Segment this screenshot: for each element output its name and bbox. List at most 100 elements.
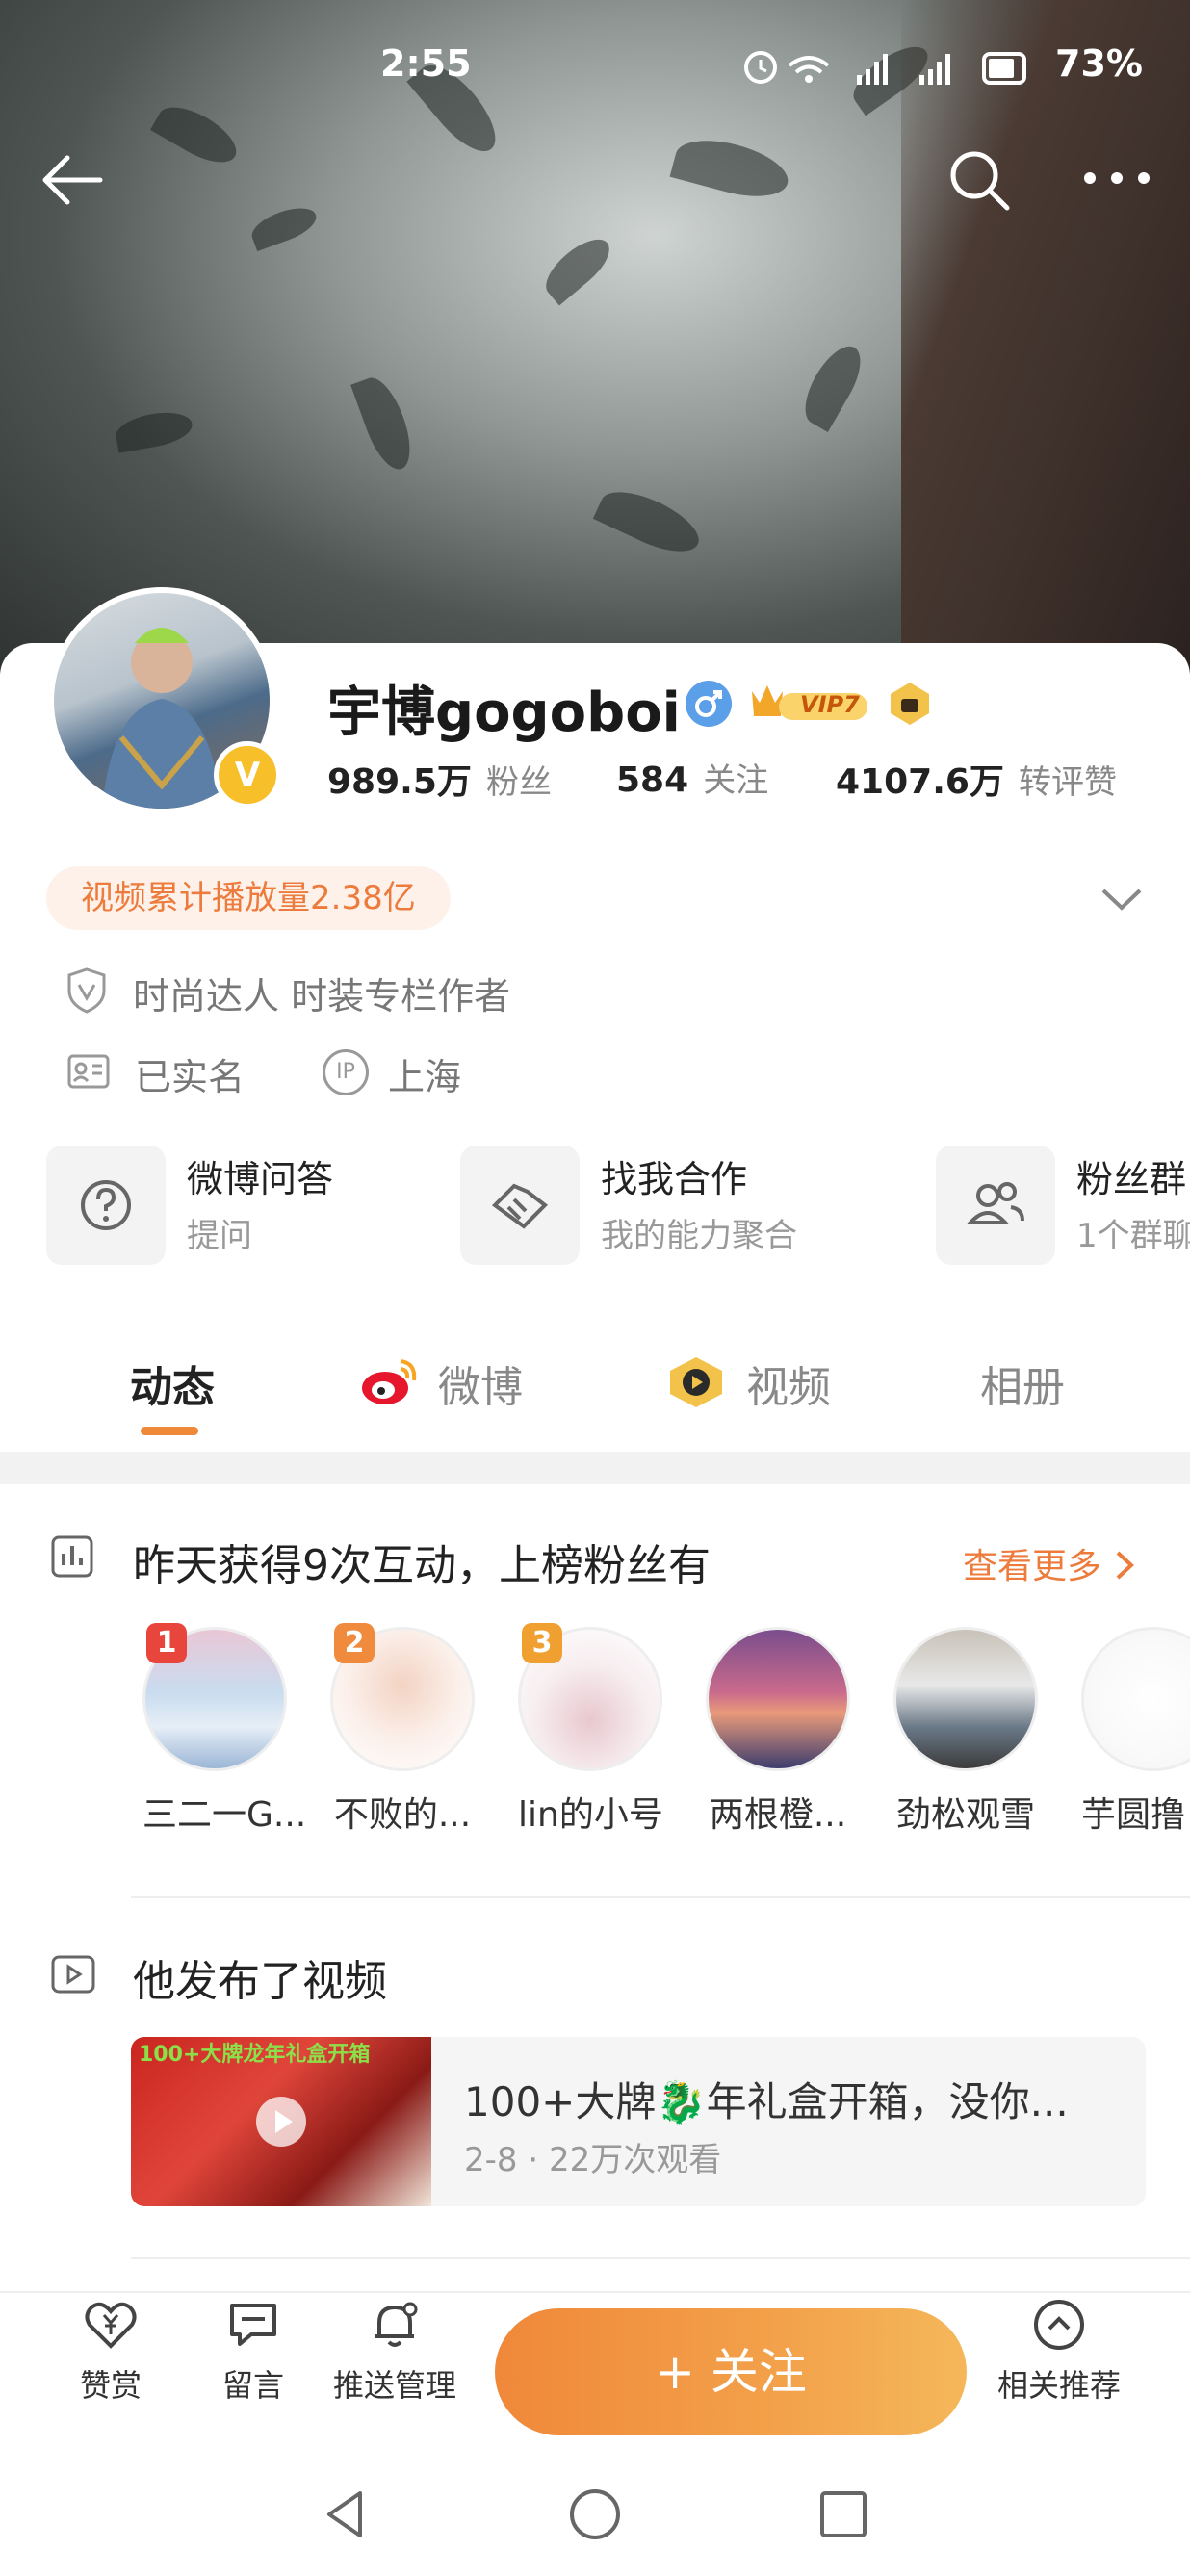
- expand-button[interactable]: [1098, 881, 1146, 915]
- nav-home-button[interactable]: [566, 2486, 624, 2543]
- weibo-logo-icon: [358, 1355, 420, 1409]
- ip-location-icon: IP: [323, 1049, 369, 1095]
- cover-image: [0, 0, 1190, 674]
- search-icon: [950, 151, 1010, 211]
- bell-settings-icon: [375, 2302, 418, 2347]
- fan-name: lin的小号: [518, 1795, 663, 1835]
- service-subtitle: 提问: [187, 1217, 252, 1255]
- video-thumbnail: 100+大牌龙年礼盒开箱: [131, 2037, 431, 2206]
- heart-yuan-icon: [85, 2302, 137, 2349]
- service-cooperation[interactable]: 找我合作 我的能力聚合: [460, 1146, 903, 1265]
- see-more-link[interactable]: 查看更多: [963, 1538, 1137, 1588]
- service-title: 粉丝群: [1076, 1158, 1187, 1200]
- video-plays-pill[interactable]: 视频累计播放量2.38亿: [46, 866, 451, 930]
- stat-label: 转评赞: [1019, 763, 1118, 802]
- section-divider: [0, 1452, 1190, 1484]
- fan-name: 不败的...: [333, 1795, 472, 1835]
- status-time: 2:55: [380, 42, 472, 85]
- battery-percent: 73%: [1055, 42, 1143, 85]
- thumbnail-caption: 100+大牌龙年礼盒开箱: [139, 2043, 371, 2067]
- chevron-down-icon: [1101, 889, 1142, 911]
- fan-item[interactable]: 劲松观雪: [893, 1627, 1038, 1837]
- video-post-icon: [50, 1954, 96, 1995]
- service-fan-group[interactable]: 粉丝群 1个群聊: [936, 1146, 1190, 1265]
- fan-item[interactable]: 芋圆撸: [1081, 1627, 1190, 1837]
- gender-male-icon: [686, 681, 732, 727]
- reward-button[interactable]: 赞赏: [58, 2296, 164, 2406]
- service-icon-box: [460, 1146, 580, 1265]
- service-qa[interactable]: 微博问答 提问: [46, 1146, 451, 1265]
- play-icon: [256, 2097, 306, 2147]
- back-button[interactable]: [37, 144, 108, 216]
- active-tab-indicator: [141, 1427, 198, 1435]
- stat-label: 关注: [703, 761, 769, 800]
- ip-location: 上海: [388, 1056, 462, 1098]
- fan-name: 芋圆撸: [1081, 1795, 1186, 1835]
- level-badge[interactable]: [886, 680, 934, 728]
- more-button[interactable]: [1078, 154, 1155, 202]
- service-icon-box: [46, 1146, 166, 1265]
- group-icon: [966, 1182, 1024, 1224]
- stat-number: 989.5万: [327, 762, 472, 802]
- more-dots-icon: [1084, 172, 1150, 184]
- verified-badge-icon: V: [214, 741, 281, 809]
- stat-number: 4107.6万: [836, 762, 1004, 802]
- message-button[interactable]: 留言: [200, 2296, 306, 2406]
- search-button[interactable]: [944, 144, 1015, 216]
- chevron-up-circle-icon: [1034, 2300, 1084, 2350]
- badge-icon: [891, 683, 929, 725]
- rank-badge: 3: [522, 1623, 562, 1663]
- question-icon: [81, 1180, 131, 1230]
- follow-button[interactable]: + 关注: [495, 2308, 967, 2435]
- fan-item[interactable]: 2 不败的...: [330, 1623, 475, 1837]
- fan-item[interactable]: 3 lin的小号: [518, 1623, 663, 1837]
- see-more-label: 查看更多: [963, 1547, 1102, 1586]
- chevron-right-icon: [1117, 1551, 1135, 1580]
- fan-name: 三二一G...: [142, 1795, 307, 1835]
- stat-number: 584: [616, 760, 689, 800]
- stat-fans[interactable]: 989.5万 粉丝: [327, 754, 552, 804]
- fan-item[interactable]: 1 三二一G...: [142, 1623, 307, 1837]
- push-settings-label: 推送管理: [332, 2367, 456, 2404]
- message-label: 留言: [221, 2367, 284, 2404]
- nav-recent-button[interactable]: [815, 2486, 872, 2543]
- stat-following[interactable]: 584 关注: [616, 754, 768, 801]
- related-recommend-label: 相关推荐: [996, 2367, 1121, 2404]
- nav-back-button[interactable]: [318, 2486, 375, 2543]
- shield-icon: [65, 966, 108, 1016]
- vip-label: VIP7: [800, 691, 860, 718]
- tab-video[interactable]: 视频: [746, 1352, 831, 1414]
- stat-label: 粉丝: [485, 763, 552, 802]
- vip-badge[interactable]: VIP7: [746, 678, 871, 730]
- tab-feed[interactable]: 动态: [130, 1352, 215, 1414]
- video-card[interactable]: 100+大牌龙年礼盒开箱 100+大牌🐉年礼盒开箱，没你... 2-8 · 22…: [131, 2037, 1146, 2206]
- profile-name: 宇博gogoboi: [327, 682, 681, 744]
- fan-avatar: [1081, 1627, 1190, 1771]
- verified-status: 已实名: [135, 1056, 246, 1098]
- rank-badge: 1: [146, 1623, 187, 1663]
- tab-weibo[interactable]: 微博: [438, 1352, 523, 1414]
- tab-album[interactable]: 相册: [980, 1352, 1065, 1414]
- fan-item[interactable]: 两根橙...: [706, 1627, 850, 1837]
- fan-name: 两根橙...: [709, 1795, 847, 1835]
- message-icon: [230, 2304, 276, 2346]
- stat-likes[interactable]: 4107.6万 转评赞: [836, 754, 1117, 804]
- status-icons: [741, 42, 1030, 90]
- service-icon-box: [936, 1146, 1055, 1265]
- id-card-icon: [67, 1052, 110, 1091]
- bottom-bar-border: [0, 2291, 1190, 2293]
- triangle-back-icon: [327, 2491, 362, 2537]
- service-subtitle: 1个群聊: [1076, 1217, 1190, 1255]
- push-settings-button[interactable]: 推送管理: [327, 2296, 462, 2406]
- video-logo-icon: [664, 1353, 728, 1411]
- video-meta: 2-8 · 22万次观看: [464, 2141, 722, 2179]
- video-title: 100+大牌🐉年礼盒开箱，没你...: [464, 2078, 1069, 2125]
- profile-card: [0, 643, 1190, 2576]
- arrow-left-icon: [42, 155, 103, 205]
- reward-label: 赞赏: [79, 2367, 142, 2404]
- circle-home-icon: [570, 2489, 620, 2539]
- related-recommend-button[interactable]: 相关推荐: [992, 2296, 1126, 2406]
- service-subtitle: 我的能力聚合: [601, 1217, 797, 1255]
- interaction-title: 昨天获得9次互动，上榜粉丝有: [133, 1541, 711, 1590]
- profile-tags: 时尚达人 时装专栏作者: [133, 975, 511, 1018]
